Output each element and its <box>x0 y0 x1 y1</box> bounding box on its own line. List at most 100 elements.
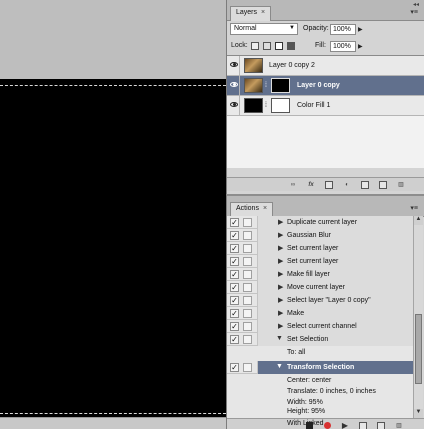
fill-slider-arrow-icon[interactable]: ▶ <box>358 43 363 50</box>
toggle-checkbox[interactable]: ✓ <box>230 283 239 292</box>
dialog-toggle[interactable] <box>243 296 252 305</box>
visibility-cell[interactable] <box>227 96 240 115</box>
mask-icon[interactable] <box>325 181 333 189</box>
toggle-checkbox[interactable]: ✓ <box>230 257 239 266</box>
document-image[interactable] <box>0 79 226 417</box>
action-label: Move current layer <box>287 284 345 291</box>
trash-icon[interactable]: ▥ <box>397 181 405 189</box>
link-icon[interactable]: ∞ <box>289 181 297 189</box>
dialog-toggle[interactable] <box>243 231 252 240</box>
action-label: Make <box>287 310 305 317</box>
toggle-checkbox[interactable]: ✓ <box>230 335 239 344</box>
trash-icon[interactable]: ▥ <box>395 422 403 429</box>
toggle-checkbox[interactable]: ✓ <box>230 322 239 331</box>
collapse-triangle-icon[interactable]: ▼ <box>276 335 283 342</box>
action-row[interactable]: ✓ ▶ Set current layer <box>227 255 413 268</box>
expand-triangle-icon[interactable]: ▶ <box>278 296 283 304</box>
action-row[interactable]: ✓ ▶ Gaussian Blur <box>227 229 413 242</box>
dialog-toggle[interactable] <box>243 244 252 253</box>
panel-menu-icon[interactable]: ▾≡ <box>410 8 418 16</box>
blend-mode-select[interactable]: Normal ▼ <box>230 23 298 35</box>
toggle-checkbox[interactable]: ✓ <box>230 270 239 279</box>
new-action-icon[interactable] <box>377 422 385 429</box>
expand-triangle-icon[interactable]: ▶ <box>278 283 283 291</box>
fill-field[interactable]: 100% <box>330 41 356 52</box>
opacity-label: Opacity: <box>303 25 329 32</box>
record-icon[interactable] <box>323 422 331 429</box>
action-row[interactable]: ✓ ▼ Transform Selection <box>227 361 413 374</box>
lock-pixels-icon[interactable] <box>263 42 271 50</box>
panel-menu-icon[interactable]: ▾≡ <box>410 204 418 212</box>
action-row[interactable]: ✓ ▶ Select layer "Layer 0 copy" <box>227 294 413 307</box>
action-label: Duplicate current layer <box>287 219 358 226</box>
action-row[interactable]: ✓ ▶ Make fill layer <box>227 268 413 281</box>
dialog-toggle[interactable] <box>243 270 252 279</box>
layer-row[interactable]: Layer 0 copy 2 <box>227 56 424 76</box>
dialog-toggle[interactable] <box>243 335 252 344</box>
expand-triangle-icon[interactable]: ▶ <box>278 309 283 317</box>
visibility-cell[interactable] <box>227 76 240 95</box>
expand-triangle-icon[interactable]: ▶ <box>278 257 283 265</box>
toggle-checkbox[interactable]: ✓ <box>230 296 239 305</box>
lock-all-icon[interactable] <box>287 42 295 50</box>
dialog-toggle[interactable] <box>243 322 252 331</box>
lock-transparency-icon[interactable] <box>251 42 259 50</box>
document-canvas-area[interactable] <box>0 0 226 429</box>
stop-icon[interactable] <box>305 422 313 429</box>
new-set-icon[interactable] <box>359 422 367 429</box>
layer-name: Layer 0 copy <box>297 82 340 89</box>
tab-layers-label: Layers <box>236 9 258 16</box>
tab-actions[interactable]: Actions × <box>230 202 274 217</box>
scroll-thumb[interactable] <box>415 314 422 384</box>
close-icon[interactable]: × <box>261 9 265 16</box>
layer-row[interactable]: ⁞ Layer 0 copy <box>227 76 424 96</box>
action-row[interactable]: ✓ ▼ Set Selection <box>227 333 413 346</box>
scroll-down-icon[interactable]: ▼ <box>414 409 423 418</box>
expand-triangle-icon[interactable]: ▶ <box>278 218 283 226</box>
adjustment-icon[interactable]: ◐ <box>343 181 351 189</box>
toggle-checkbox[interactable]: ✓ <box>230 231 239 240</box>
play-icon[interactable]: ▶ <box>341 422 349 429</box>
tab-layers[interactable]: Layers × <box>230 6 272 21</box>
eye-icon[interactable] <box>230 82 238 87</box>
layer-list: Layer 0 copy 2 ⁞ Layer 0 copy ⁞ Color Fi… <box>227 55 424 168</box>
action-row[interactable]: ✓ ▶ Duplicate current layer <box>227 216 413 229</box>
scroll-up-icon[interactable]: ▲ <box>414 216 423 225</box>
action-row[interactable]: ✓ ▶ Select current channel <box>227 320 413 333</box>
dialog-toggle[interactable] <box>243 257 252 266</box>
layer-row[interactable]: ⁞ Color Fill 1 <box>227 96 424 116</box>
lock-position-icon[interactable] <box>275 42 283 50</box>
layer-thumbnail <box>244 98 263 113</box>
dialog-toggle[interactable] <box>243 309 252 318</box>
action-row[interactable]: ✓ ▶ Set current layer <box>227 242 413 255</box>
opacity-slider-arrow-icon[interactable]: ▶ <box>358 26 363 33</box>
layers-tabstrip: ◂◂ Layers × ▾≡ <box>227 0 424 21</box>
dialog-toggle[interactable] <box>243 218 252 227</box>
opacity-field[interactable]: 100% <box>330 24 356 35</box>
toggle-checkbox[interactable]: ✓ <box>230 244 239 253</box>
eye-icon[interactable] <box>230 102 238 107</box>
group-icon[interactable] <box>361 181 369 189</box>
toggle-checkbox[interactable]: ✓ <box>230 363 239 372</box>
dialog-toggle[interactable] <box>243 363 252 372</box>
visibility-cell[interactable] <box>227 56 240 75</box>
action-label: Transform Selection <box>287 364 355 371</box>
actions-scrollbar[interactable]: ▲ ▼ <box>413 216 423 418</box>
expand-triangle-icon[interactable]: ▶ <box>278 244 283 252</box>
action-row[interactable]: ✓ ▶ Move current layer <box>227 281 413 294</box>
close-icon[interactable]: × <box>263 205 267 212</box>
toggle-checkbox[interactable]: ✓ <box>230 309 239 318</box>
link-icon: ⁞ <box>265 82 267 89</box>
dialog-toggle[interactable] <box>243 283 252 292</box>
toggle-checkbox[interactable]: ✓ <box>230 218 239 227</box>
collapse-icon[interactable]: ◂◂ <box>413 1 419 8</box>
action-detail: Translate: 0 inches, 0 inches <box>287 388 376 395</box>
fx-icon[interactable]: fx <box>307 181 315 189</box>
expand-triangle-icon[interactable]: ▶ <box>278 322 283 330</box>
new-layer-icon[interactable] <box>379 181 387 189</box>
eye-icon[interactable] <box>230 62 238 67</box>
collapse-triangle-icon[interactable]: ▼ <box>276 363 283 370</box>
expand-triangle-icon[interactable]: ▶ <box>278 270 283 278</box>
expand-triangle-icon[interactable]: ▶ <box>278 231 283 239</box>
action-row[interactable]: ✓ ▶ Make <box>227 307 413 320</box>
